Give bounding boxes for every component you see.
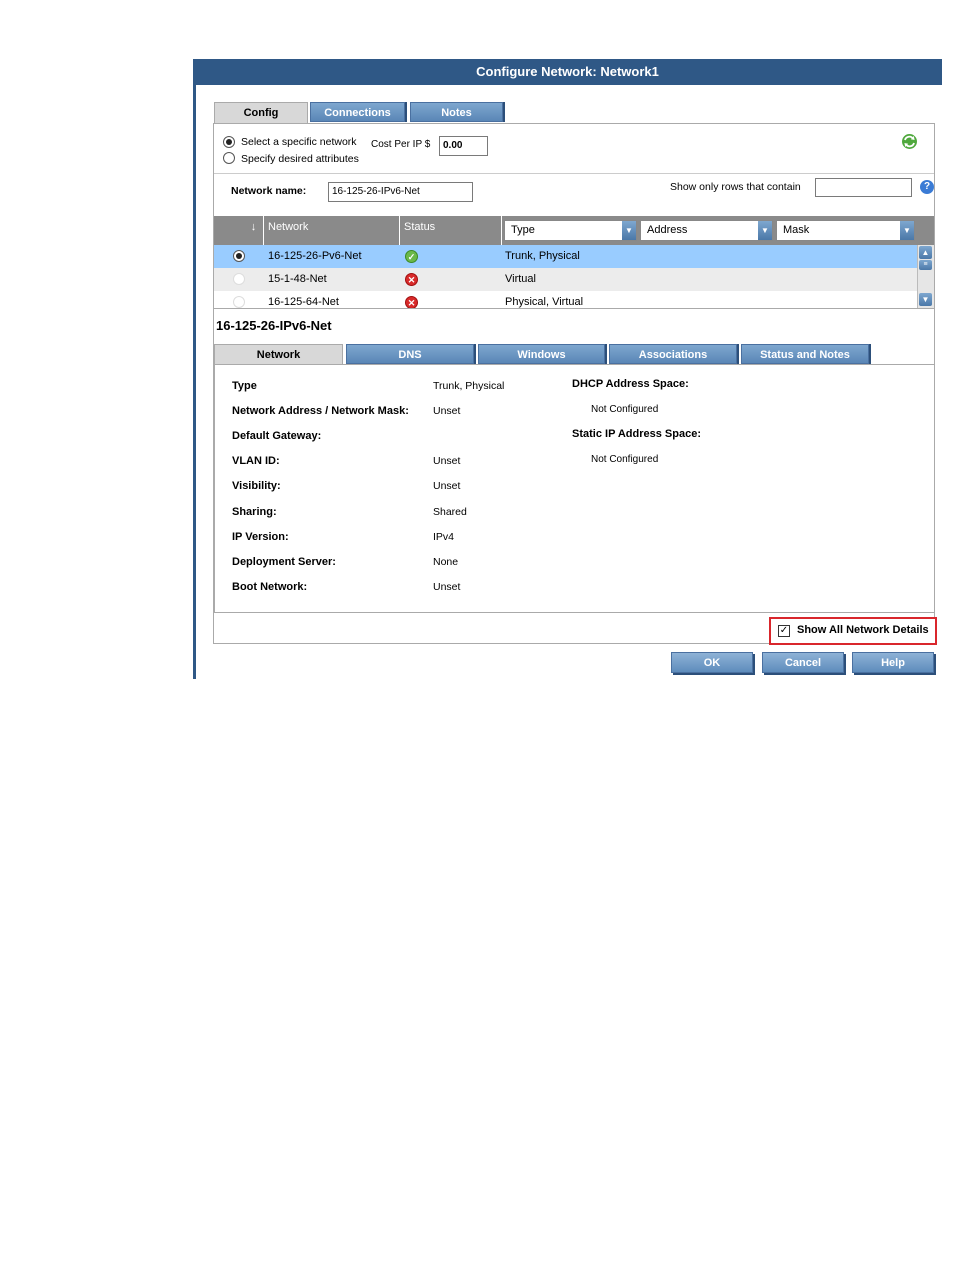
field-value-ip-version: IPv4	[433, 531, 455, 543]
cost-per-ip-label: Cost Per IP $	[371, 139, 431, 150]
cancel-button[interactable]: Cancel	[762, 652, 844, 673]
column-network[interactable]: Network	[264, 216, 400, 245]
tab-associations[interactable]: Associations	[609, 344, 737, 364]
divider	[214, 173, 934, 174]
mask-filter-label: Mask	[783, 224, 810, 236]
address-filter-label: Address	[647, 224, 688, 236]
network-grid-header: ↓ Network Status Type ▼ Address ▼ Mask ▼	[214, 216, 934, 245]
tab-windows[interactable]: Windows	[478, 344, 605, 364]
help-button[interactable]: Help	[852, 652, 934, 673]
chevron-down-icon: ▼	[622, 221, 636, 240]
dhcp-address-space-value: Not Configured	[591, 404, 659, 415]
detail-title: 16-125-26-IPv6-Net	[216, 318, 332, 333]
show-rows-input[interactable]	[815, 178, 912, 197]
column-status[interactable]: Status	[400, 216, 502, 245]
status-ok-icon: ✓	[405, 250, 418, 263]
field-label-default-gateway: Default Gateway:	[232, 430, 322, 442]
status-error-icon: ✕	[405, 296, 418, 308]
address-filter-select[interactable]: Address ▼	[640, 220, 773, 241]
field-label-network-address: Network Address / Network Mask:	[232, 405, 409, 417]
grid-bottom-border	[214, 308, 934, 309]
mask-filter-select[interactable]: Mask ▼	[776, 220, 915, 241]
field-label-type: Type	[232, 380, 257, 392]
network-detail-panel	[214, 364, 935, 613]
field-label-ip-version: IP Version:	[232, 531, 289, 543]
row-type: Trunk, Physical	[505, 250, 580, 262]
show-all-label: Show All Network Details	[797, 624, 929, 636]
radio-specific-network[interactable]	[223, 136, 235, 148]
row-network-name: 15-1-48-Net	[268, 273, 327, 285]
tab-notes[interactable]: Notes	[410, 102, 503, 122]
tab-dns[interactable]: DNS	[346, 344, 474, 364]
field-value-boot-network: Unset	[433, 581, 461, 593]
tab-network[interactable]: Network	[214, 344, 343, 365]
tab-config[interactable]: Config	[214, 102, 308, 123]
help-icon[interactable]: ?	[920, 180, 934, 194]
refresh-icon[interactable]	[901, 133, 918, 150]
type-filter-label: Type	[511, 224, 535, 236]
tab-status-and-notes[interactable]: Status and Notes	[741, 344, 869, 364]
field-label-boot-network: Boot Network:	[232, 581, 308, 593]
table-row[interactable]: 16-125-26-Pv6-Net ✓ Trunk, Physical	[214, 245, 917, 268]
row-network-name: 16-125-64-Net	[268, 296, 339, 308]
field-value-vlan-id: Unset	[433, 455, 461, 467]
row-type: Physical, Virtual	[505, 296, 584, 308]
network-name-label: Network name:	[231, 185, 307, 197]
table-row[interactable]: 16-125-64-Net ✕ Physical, Virtual	[214, 291, 917, 308]
field-value-deployment-server: None	[433, 556, 459, 568]
ok-button[interactable]: OK	[671, 652, 753, 673]
row-network-name: 16-125-26-Pv6-Net	[268, 250, 362, 262]
field-label-deployment-server: Deployment Server:	[232, 556, 336, 568]
static-ip-address-space-label: Static IP Address Space:	[572, 428, 701, 440]
scroll-thumb[interactable]: ≡	[919, 260, 932, 270]
tab-connections[interactable]: Connections	[310, 102, 405, 122]
radio-desired-attributes[interactable]	[223, 152, 235, 164]
status-error-icon: ✕	[405, 273, 418, 286]
field-label-sharing: Sharing:	[232, 506, 277, 518]
type-filter-select[interactable]: Type ▼	[504, 220, 637, 241]
row-select-radio[interactable]	[233, 296, 245, 308]
grid-scrollbar[interactable]: ▲ ≡ ▼	[917, 245, 934, 308]
dialog-title: Configure Network: Network1	[193, 59, 942, 85]
field-value-visibility: Unset	[433, 480, 461, 492]
radio-specific-label: Select a specific network	[241, 136, 357, 148]
field-value-network-address: Unset	[433, 405, 461, 417]
row-select-radio[interactable]	[233, 273, 245, 285]
field-label-visibility: Visibility:	[232, 480, 281, 492]
field-label-vlan-id: VLAN ID:	[232, 455, 280, 467]
show-rows-label: Show only rows that contain	[670, 181, 801, 193]
static-ip-address-space-value: Not Configured	[591, 454, 659, 465]
row-select-radio[interactable]	[233, 250, 245, 262]
field-value-sharing: Shared	[433, 506, 467, 518]
radio-attributes-label: Specify desired attributes	[241, 153, 359, 165]
field-value-type: Trunk, Physical	[433, 380, 505, 392]
table-row[interactable]: 15-1-48-Net ✕ Virtual	[214, 268, 917, 291]
chevron-down-icon: ▼	[758, 221, 772, 240]
dhcp-address-space-label: DHCP Address Space:	[572, 378, 689, 390]
scroll-up-icon[interactable]: ▲	[919, 246, 932, 259]
row-type: Virtual	[505, 273, 536, 285]
chevron-down-icon: ▼	[900, 221, 914, 240]
cost-per-ip-input[interactable]: 0.00	[439, 136, 488, 156]
sort-arrow-icon[interactable]: ↓	[214, 216, 264, 245]
show-all-checkbox[interactable]: ✓	[778, 625, 790, 637]
scroll-down-icon[interactable]: ▼	[919, 293, 932, 306]
network-name-input[interactable]: 16-125-26-IPv6-Net	[328, 182, 473, 202]
